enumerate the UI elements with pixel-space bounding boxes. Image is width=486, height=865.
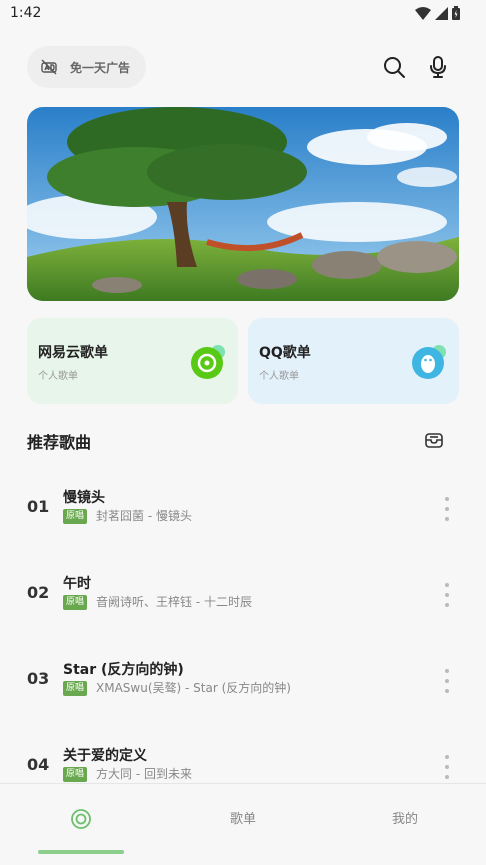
- original-tag: 原唱: [63, 767, 88, 782]
- song-row[interactable]: 01 慢镜头 原唱 封茗囧菌 - 慢镜头: [0, 470, 486, 556]
- nav-playlists-label: 歌单: [229, 812, 256, 827]
- more-options-icon[interactable]: [440, 581, 454, 607]
- remove-ads-label: 免一天广告: [70, 60, 131, 75]
- battery-icon: [452, 6, 460, 20]
- wifi-icon: [415, 6, 431, 20]
- song-artist-album: 封茗囧菌 - 慢镜头: [96, 509, 192, 523]
- song-number: 02: [27, 583, 50, 602]
- nav-mine[interactable]: 我的: [324, 808, 486, 827]
- card-title: 网易云歌单: [38, 345, 108, 361]
- nav-playlists[interactable]: 歌单: [162, 808, 324, 827]
- netease-music-icon: [191, 345, 225, 379]
- status-icons: [415, 6, 460, 20]
- original-tag: 原唱: [63, 509, 88, 524]
- more-options-icon[interactable]: [440, 667, 454, 693]
- playlist-cards: 网易云歌单 个人歌单 QQ歌单 个人歌单: [27, 318, 459, 404]
- song-list: 01 慢镜头 原唱 封茗囧菌 - 慢镜头 02 午时 原唱 音阙诗听、王梓钰 -…: [0, 470, 486, 782]
- song-row[interactable]: 03 Star (反方向的钟) 原唱 XMASwu(吴骜) - Star (反方…: [0, 642, 486, 728]
- card-subtitle: 个人歌单: [38, 371, 78, 382]
- song-artist-album: 音阙诗听、王梓钰 - 十二时辰: [96, 595, 252, 609]
- bottom-nav: 歌单 我的: [0, 783, 486, 865]
- more-options-icon[interactable]: [440, 495, 454, 521]
- nav-active-indicator: [38, 850, 124, 854]
- song-title: 关于爱的定义: [63, 748, 147, 764]
- banner-image[interactable]: [27, 107, 459, 301]
- qq-penguin-icon: [412, 345, 446, 379]
- status-time: 1:42: [10, 5, 42, 21]
- original-tag: 原唱: [63, 681, 88, 696]
- song-row[interactable]: 04 关于爱的定义 原唱 方大同 - 回到未来: [0, 728, 486, 782]
- song-number: 03: [27, 669, 50, 688]
- microphone-icon[interactable]: [426, 55, 450, 79]
- status-bar: 1:42: [0, 0, 486, 28]
- card-title: QQ歌单: [259, 345, 311, 361]
- section-title: 推荐歌曲: [27, 433, 92, 452]
- no-ads-icon: [40, 58, 58, 76]
- home-disc-icon: [71, 809, 91, 829]
- card-subtitle: 个人歌单: [259, 371, 299, 382]
- search-icon[interactable]: [382, 55, 406, 79]
- song-title: 午时: [63, 576, 91, 592]
- nav-mine-label: 我的: [391, 812, 418, 827]
- top-bar: 免一天广告: [27, 46, 459, 88]
- song-artist-album: 方大同 - 回到未来: [96, 767, 192, 781]
- qq-playlist-card[interactable]: QQ歌单 个人歌单: [248, 318, 459, 404]
- nav-home[interactable]: [0, 808, 162, 834]
- song-row[interactable]: 02 午时 原唱 音阙诗听、王梓钰 - 十二时辰: [0, 556, 486, 642]
- original-tag: 原唱: [63, 595, 88, 610]
- song-number: 04: [27, 755, 50, 774]
- inbox-icon[interactable]: [424, 430, 444, 450]
- signal-icon: [435, 6, 448, 20]
- song-title: 慢镜头: [63, 490, 105, 506]
- song-artist-album: XMASwu(吴骜) - Star (反方向的钟): [96, 681, 291, 695]
- remove-ads-button[interactable]: 免一天广告: [27, 46, 146, 88]
- song-title: Star (反方向的钟): [63, 662, 184, 678]
- song-number: 01: [27, 497, 50, 516]
- netease-playlist-card[interactable]: 网易云歌单 个人歌单: [27, 318, 238, 404]
- more-options-icon[interactable]: [440, 753, 454, 779]
